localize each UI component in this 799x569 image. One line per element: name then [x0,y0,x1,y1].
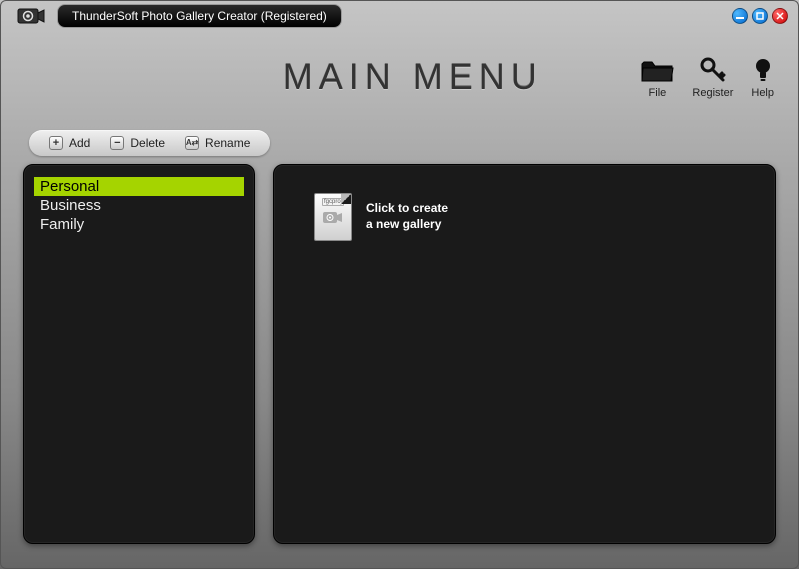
rename-button[interactable]: A⇄ Rename [175,134,260,152]
minus-icon: − [110,136,124,150]
window-title: ThunderSoft Photo Gallery Creator (Regis… [57,4,342,28]
add-label: Add [69,136,90,150]
header: MAIN MENU File Register [1,31,798,116]
category-item-family[interactable]: Family [34,215,244,234]
plus-icon: + [49,136,63,150]
rename-icon: A⇄ [185,136,199,150]
app-logo-icon [17,5,45,27]
rename-label: Rename [205,136,250,150]
register-label: Register [692,87,733,99]
header-tools: File Register Help [640,54,774,99]
gallery-panel: fgcproj Click to create a new gallery [273,164,776,544]
minimize-button[interactable] [732,8,748,24]
help-label: Help [751,87,774,99]
titlebar: ThunderSoft Photo Gallery Creator (Regis… [1,1,798,31]
folder-icon [640,54,674,84]
category-panel: Personal Business Family [23,164,255,544]
maximize-button[interactable] [752,8,768,24]
page-title: MAIN MENU [25,56,640,98]
delete-label: Delete [130,136,165,150]
content: Personal Business Family fgcproj Click t… [1,164,798,544]
bulb-icon [753,54,773,84]
file-extension-label: fgcproj [322,198,344,206]
category-item-personal[interactable]: Personal [34,177,244,196]
category-toolbar: + Add − Delete A⇄ Rename [29,130,270,156]
key-icon [699,54,727,84]
add-button[interactable]: + Add [39,134,100,152]
file-label: File [649,87,667,99]
create-gallery-button[interactable]: fgcproj Click to create a new gallery [314,193,448,241]
register-button[interactable]: Register [692,54,733,99]
help-button[interactable]: Help [751,54,774,99]
create-line2: a new gallery [366,217,448,233]
project-file-icon: fgcproj [314,193,352,241]
create-line1: Click to create [366,201,448,217]
category-item-business[interactable]: Business [34,196,244,215]
create-gallery-text: Click to create a new gallery [366,201,448,232]
file-menu-button[interactable]: File [640,54,674,99]
delete-button[interactable]: − Delete [100,134,175,152]
window-controls [732,8,788,24]
close-button[interactable] [772,8,788,24]
camera-glyph-icon [322,209,344,232]
